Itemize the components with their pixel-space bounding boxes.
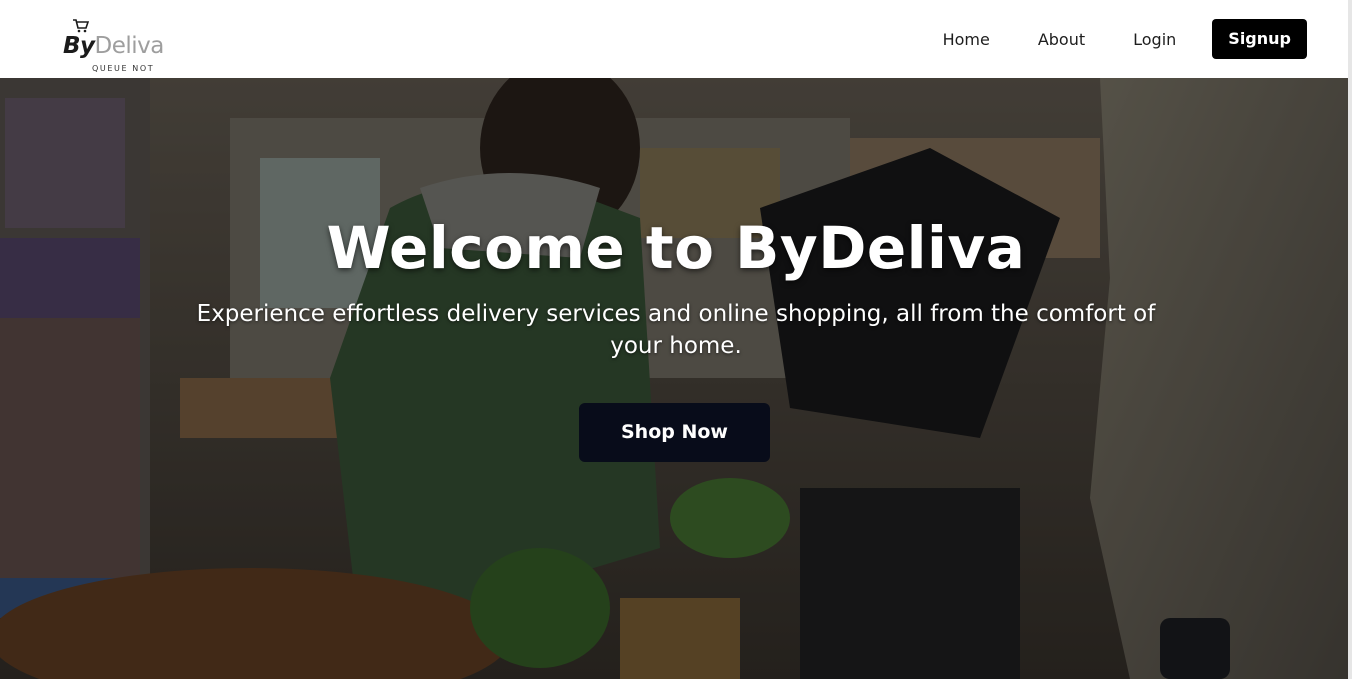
nav-about-link[interactable]: About [1038, 30, 1085, 49]
hero-section: Welcome to ByDeliva Experience effortles… [0, 78, 1352, 679]
brand-tagline: QUEUE NOT [92, 64, 155, 73]
nav-login-link[interactable]: Login [1133, 30, 1176, 49]
top-navbar: ByDeliva QUEUE NOT Home About Login Sign… [0, 0, 1352, 78]
shop-now-button[interactable]: Shop Now [579, 403, 770, 462]
nav-home-link[interactable]: Home [943, 30, 990, 49]
nav-links: Home About Login Signup [943, 19, 1307, 59]
hero-subtitle: Experience effortless delivery services … [196, 301, 1156, 359]
brand-name: ByDeliva [63, 33, 164, 59]
brand-name-bold: By [63, 33, 95, 59]
signup-button[interactable]: Signup [1212, 19, 1307, 59]
brand-logo[interactable]: ByDeliva QUEUE NOT [63, 9, 183, 73]
hero-overlay [0, 78, 1352, 679]
hero-title: Welcome to ByDeliva [326, 214, 1026, 282]
brand-name-light: Deliva [94, 33, 165, 59]
cart-icon [73, 19, 89, 33]
window-scrollbar[interactable] [1348, 0, 1352, 679]
